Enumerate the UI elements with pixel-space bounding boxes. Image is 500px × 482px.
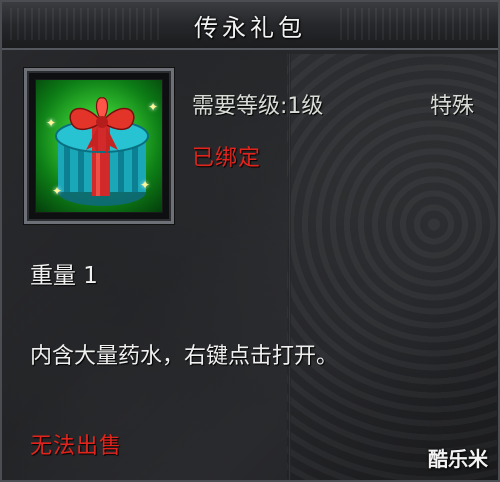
sparkle-icon: ✦	[52, 184, 63, 198]
site-watermark: 酷乐米	[428, 447, 488, 471]
item-icon-frame[interactable]: ✦ ✦ ✦ ✦	[24, 68, 174, 224]
sparkle-icon: ✦	[46, 116, 57, 130]
item-icon-background: ✦ ✦ ✦ ✦	[35, 79, 163, 213]
tooltip-titlebar: 传永礼包	[2, 2, 498, 50]
required-level: 需要等级:1级	[192, 94, 324, 119]
sell-status: 无法出售	[30, 434, 123, 459]
item-type: 特殊	[430, 94, 475, 119]
sparkle-icon: ✦	[148, 100, 159, 114]
item-weight: 重量 1	[30, 263, 98, 289]
bind-status: 已绑定	[192, 146, 262, 171]
item-tooltip: 传永礼包 ✦ ✦ ✦ ✦ 需要等级:1级 特殊 已绑定 重量 1 内含大量药水，…	[0, 0, 500, 482]
sparkle-icon: ✦	[140, 178, 151, 192]
item-description: 内含大量药水，右键点击打开。	[30, 344, 339, 369]
item-title: 传永礼包	[194, 13, 306, 42]
